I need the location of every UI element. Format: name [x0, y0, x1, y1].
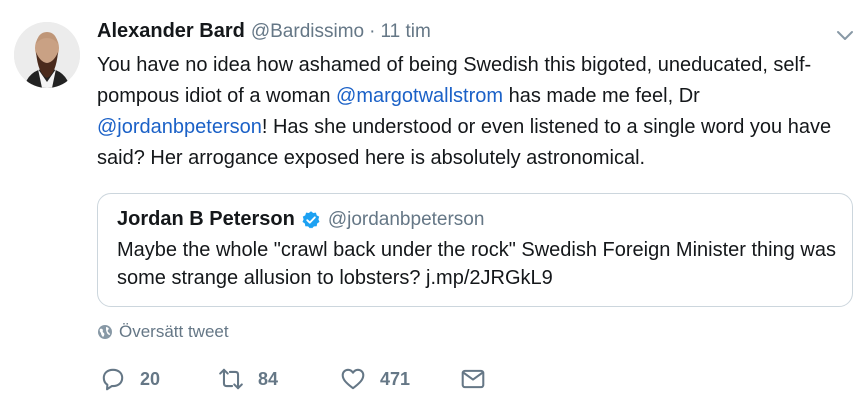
- like-count: 471: [380, 368, 411, 389]
- reply-count: 20: [140, 368, 161, 389]
- retweet-icon: [219, 368, 243, 390]
- avatar[interactable]: [14, 22, 80, 88]
- tweet-header: Alexander Bard @Bardissimo · 11 tim: [97, 20, 431, 46]
- heart-icon: [341, 368, 365, 390]
- quoted-tweet-header: Jordan B Peterson @jordanbpeterson: [117, 208, 484, 231]
- retweet-count: 84: [258, 368, 279, 389]
- profile-photo: [14, 22, 80, 88]
- translate-tweet-link[interactable]: Översätt tweet: [97, 322, 229, 342]
- mention-link[interactable]: @jordanbpeterson: [97, 116, 262, 138]
- quoted-author-handle: @jordanbpeterson: [327, 208, 485, 230]
- like-button[interactable]: 471: [340, 366, 410, 392]
- mention-link[interactable]: @margotwallstrom: [336, 85, 503, 107]
- quoted-tweet-text: Maybe the whole "crawl back under the ro…: [117, 239, 836, 289]
- retweet-button[interactable]: 84: [218, 366, 278, 392]
- author-handle[interactable]: @Bardissimo: [251, 21, 364, 43]
- verified-badge-icon: [302, 210, 320, 228]
- direct-message-button[interactable]: [460, 366, 486, 392]
- reply-button[interactable]: 20: [100, 366, 160, 392]
- tweet-text-part: has made me feel, Dr: [503, 85, 700, 107]
- quoted-tweet[interactable]: Jordan B Peterson @jordanbpeterson Maybe…: [97, 193, 853, 307]
- chevron-down-icon[interactable]: [834, 24, 856, 46]
- tweet-text: You have no idea how ashamed of being Sw…: [97, 50, 857, 174]
- envelope-icon: [461, 369, 485, 389]
- translate-label: Översätt tweet: [119, 322, 229, 341]
- separator: ·: [369, 21, 376, 42]
- quoted-author-name: Jordan B Peterson: [117, 208, 295, 230]
- globe-icon: [98, 325, 112, 339]
- tweet-timestamp[interactable]: 11 tim: [380, 21, 430, 43]
- reply-icon: [102, 368, 124, 391]
- author-name[interactable]: Alexander Bard: [97, 20, 245, 43]
